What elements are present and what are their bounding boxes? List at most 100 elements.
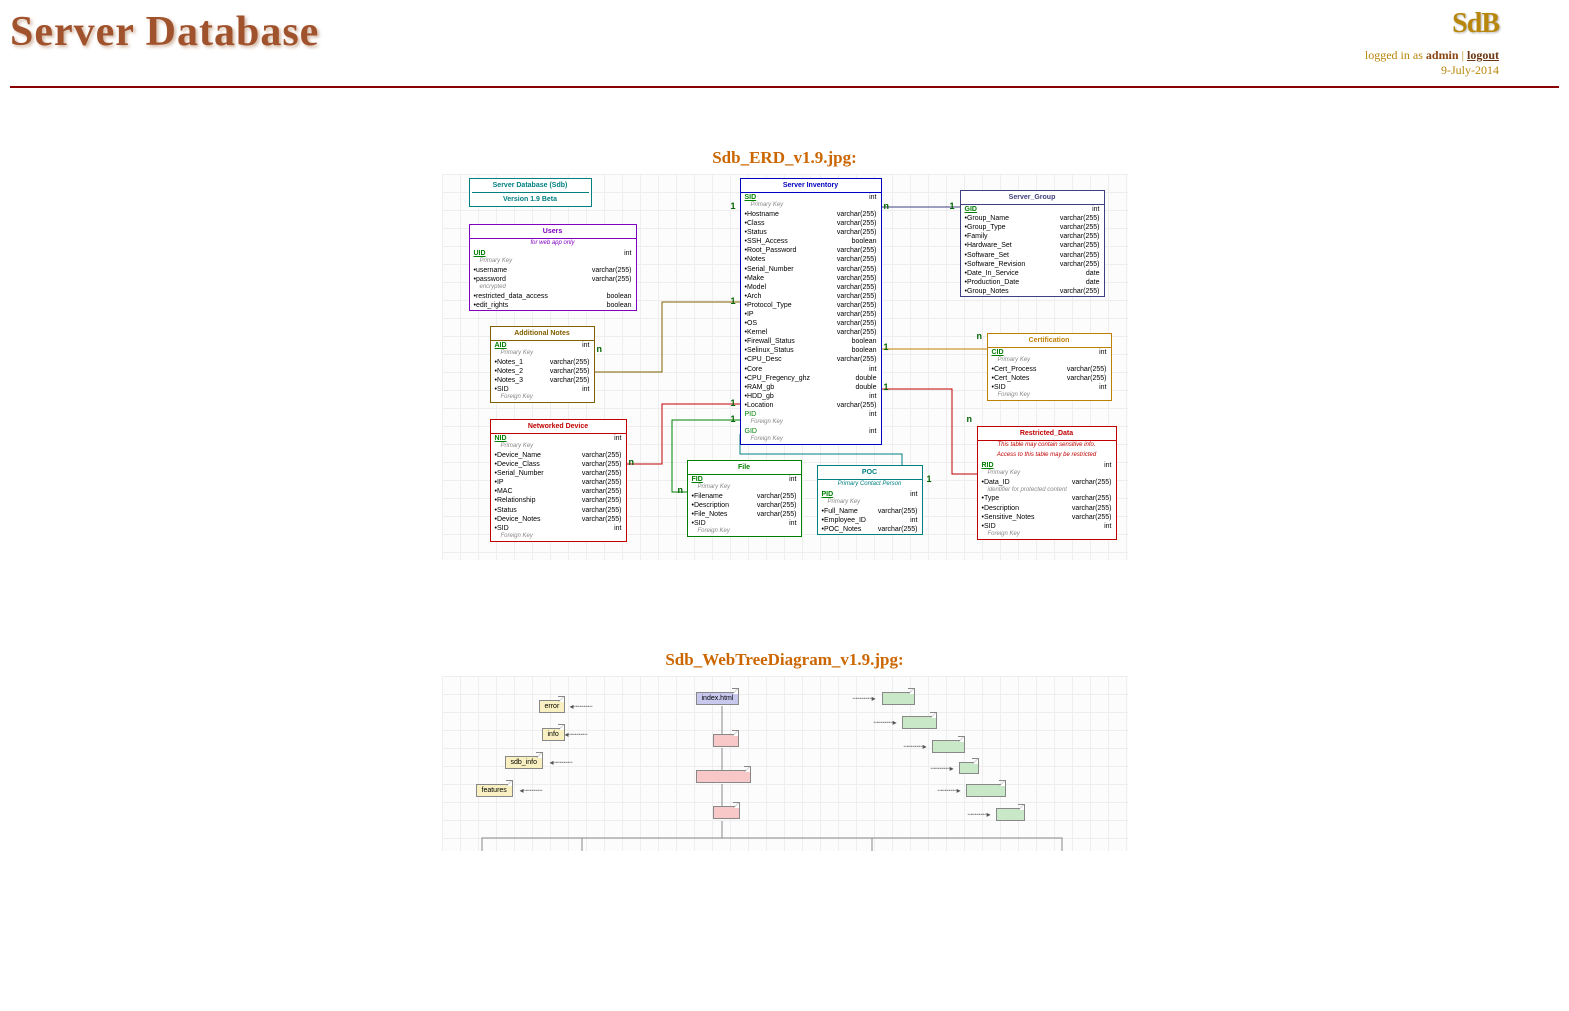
card-1: 1 <box>927 474 932 484</box>
erd-server-group: Server_Group GID int •Group_Namevarchar(2… <box>960 190 1105 297</box>
file-fknote: Foreign Key <box>688 528 801 536</box>
node-login: login <box>713 734 740 747</box>
login-sep: | <box>1459 48 1467 62</box>
si-fk1t: int <box>869 410 876 419</box>
arrow-icon: ┄┄┄┄┄▸ <box>904 742 926 751</box>
notes-pk: AID <box>495 341 507 350</box>
nd-pkt: int <box>614 434 621 443</box>
login-user: admin <box>1426 48 1459 62</box>
arrow-icon: ┄┄┄┄┄▸ <box>853 694 875 703</box>
section1-title: Sdb_ERD_v1.9.jpg: <box>0 148 1569 168</box>
card-1: 1 <box>731 414 736 424</box>
nd-pk: NID <box>495 434 507 443</box>
node-db-close: db_close <box>966 784 1006 797</box>
node-sdb-info: sdb_info <box>505 756 543 769</box>
erd-certification: Certification CIDint Primary Key •Cert_P… <box>987 333 1112 401</box>
nd-pknote: Primary Key <box>491 443 626 451</box>
card-1: 1 <box>731 398 736 408</box>
header-divider <box>10 86 1559 88</box>
file-pknote: Primary Key <box>688 484 801 492</box>
rd-fknote: Foreign Key <box>978 531 1116 539</box>
arrow-icon: ┄┄┄┄┄▸ <box>931 764 953 773</box>
card-n: n <box>967 414 973 424</box>
erd-file: File FID int Primary Key •Filenamevarchar… <box>687 460 802 537</box>
si-fk2t: int <box>869 427 876 436</box>
arrow-icon: ◂┄┄┄┄┄ <box>520 786 542 795</box>
arrow-icon: ◂┄┄┄┄┄ <box>550 758 572 767</box>
card-n: n <box>977 331 983 341</box>
cert-pk: CID <box>992 348 1004 357</box>
node-process: process_login <box>696 770 751 783</box>
users-cols: •usernamevarchar(255)•passwordvarchar(25… <box>470 266 636 284</box>
sdb-l1: Server Database (Sdb) <box>472 181 589 190</box>
si-fk2: GID <box>745 427 757 436</box>
card-n: n <box>629 457 635 467</box>
card-1: 1 <box>731 201 736 211</box>
node-blank <box>959 762 979 774</box>
card-1: 1 <box>731 296 736 306</box>
erd-server-inventory: Server Inventory SIDint Primary Key •Hos… <box>740 178 882 445</box>
section2-title: Sdb_WebTreeDiagram_v1.9.jpg: <box>0 650 1569 670</box>
file-cols: •Filenamevarchar(255)•Descriptionvarchar… <box>688 492 801 528</box>
node-error: error <box>539 700 566 713</box>
users-title: Users <box>470 225 636 239</box>
logout-link[interactable]: logout <box>1467 48 1499 62</box>
nd-fknote: Foreign Key <box>491 533 626 541</box>
node-footer: footer <box>996 808 1026 821</box>
header-date: 9-July-2014 <box>1365 63 1499 78</box>
users-pk: UID <box>474 249 486 258</box>
file-pk: FID <box>692 475 703 484</box>
users-pkt: int <box>624 249 631 258</box>
arrow-icon: ◂┄┄┄┄┄ <box>570 702 592 711</box>
arrow-icon: ◂┄┄┄┄┄ <box>565 730 587 739</box>
nd-title: Networked Device <box>491 420 626 434</box>
si-pkt: int <box>869 193 876 202</box>
nd-cols: •Device_Namevarchar(255)•Device_Classvar… <box>491 451 626 533</box>
file-title: File <box>688 461 801 475</box>
si-pknote: Primary Key <box>741 202 881 210</box>
arrow-icon: ┄┄┄┄┄▸ <box>938 786 960 795</box>
rd-cols1: •Data_IDvarchar(255) <box>978 478 1116 487</box>
poc-cols: •Full_Namevarchar(255)•Employee_IDint•PO… <box>818 507 922 534</box>
users-cols2: •restricted_data_accessboolean•edit_righ… <box>470 292 636 310</box>
poc-title: POC <box>818 466 922 480</box>
si-fk1note: Foreign Key <box>741 419 881 427</box>
logo-main: Server Database <box>10 8 319 56</box>
cert-cols: •Cert_Processvarchar(255)•Cert_Notesvarc… <box>988 365 1111 392</box>
si-fk2note: Foreign Key <box>741 436 881 444</box>
card-1: 1 <box>884 342 889 352</box>
arrow-icon: ┄┄┄┄┄▸ <box>968 810 990 819</box>
arrow-icon: ┄┄┄┄┄▸ <box>874 718 896 727</box>
node-main: main <box>713 806 740 819</box>
si-title: Server Inventory <box>741 179 881 193</box>
erd-restricted-data: Restricted_Data This table may contain s… <box>977 426 1117 540</box>
users-sub: for web app only <box>470 239 636 249</box>
card-1: 1 <box>884 382 889 392</box>
poc-pkt: int <box>910 490 917 499</box>
users-pknote: Primary Key <box>470 258 636 266</box>
sg-pk: GID <box>965 205 977 214</box>
sg-cols: •Group_Namevarchar(255)•Group_Typevarcha… <box>961 214 1104 296</box>
file-pkt: int <box>789 475 796 484</box>
card-n: n <box>597 344 603 354</box>
sg-title: Server_Group <box>961 191 1104 205</box>
login-status: logged in as admin | logout <box>1365 48 1499 63</box>
header-right: SdB logged in as admin | logout 9-July-2… <box>1365 8 1559 78</box>
node-header: header <box>882 692 916 705</box>
notes-title: Additional Notes <box>491 327 594 341</box>
card-n: n <box>678 485 684 495</box>
si-fk1: PID <box>745 410 757 419</box>
sg-pkt: int <box>1092 205 1099 214</box>
tree-diagram: index.html login process_login main erro… <box>442 676 1128 851</box>
erd-networked-device: Networked Device NID int Primary Key •Dev… <box>490 419 627 542</box>
node-index: index.html <box>696 692 740 705</box>
rd-warn2: Access to this table may be restricted <box>978 451 1116 461</box>
cert-pknote: Primary Key <box>988 357 1111 365</box>
rd-pkt: int <box>1104 461 1111 470</box>
header: Server Database SdB logged in as admin |… <box>0 0 1569 82</box>
rd-warn1: This table may contain sensitive info. <box>978 441 1116 451</box>
node-info: info <box>542 728 565 741</box>
node-banner: banner <box>932 740 966 753</box>
erd-users: Users for web app only UID int Primary Ke… <box>469 224 637 311</box>
login-prefix: logged in as <box>1365 48 1426 62</box>
